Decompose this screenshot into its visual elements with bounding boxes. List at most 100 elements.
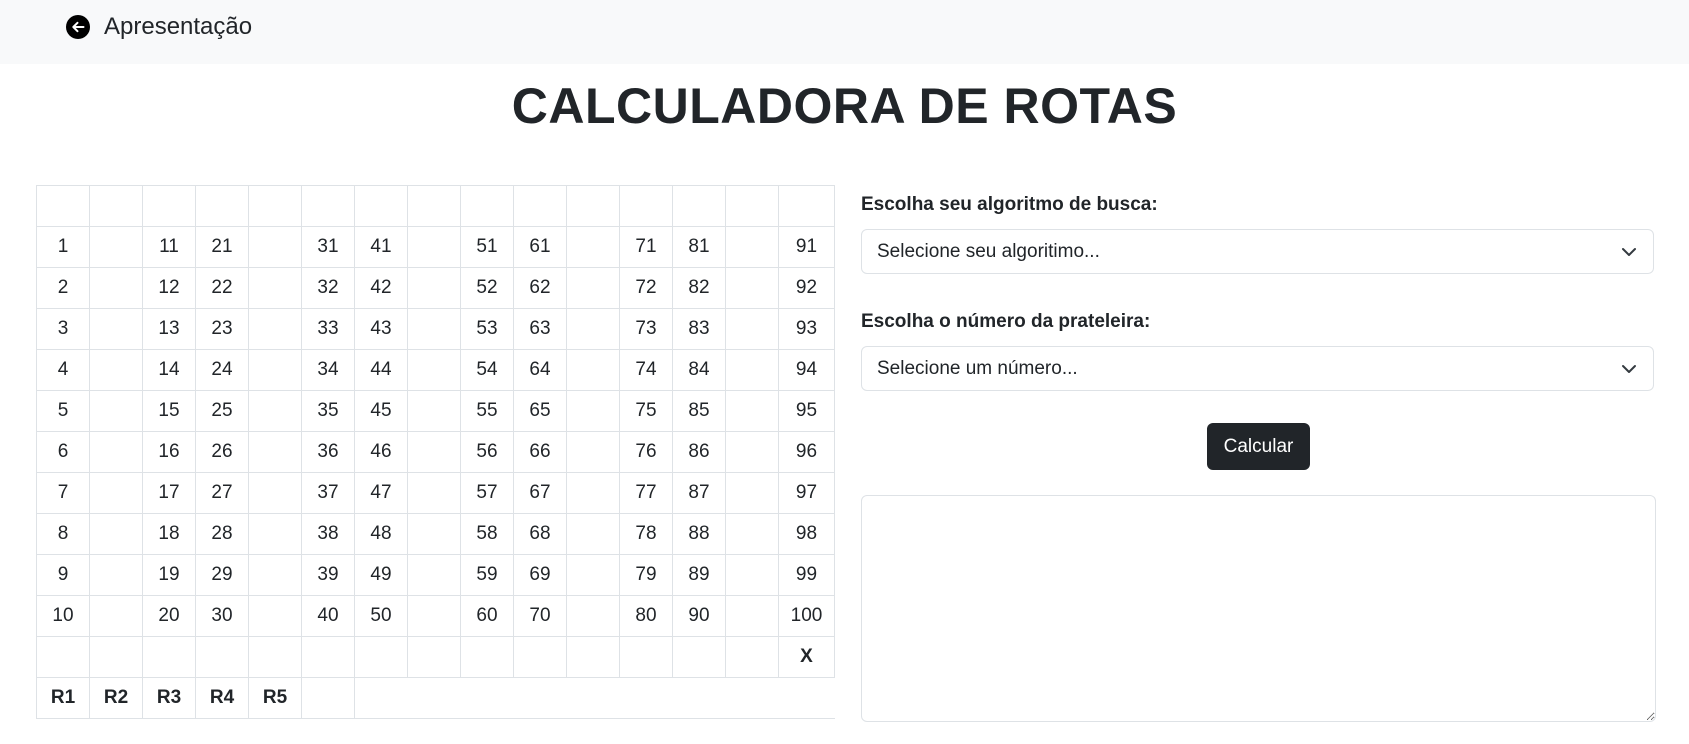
grid-cell (672, 185, 726, 227)
grid-cell (89, 226, 143, 268)
grid-cell: 9 (36, 554, 90, 596)
grid-cell: 69 (513, 554, 567, 596)
grid-cell: 5 (36, 390, 90, 432)
grid-cell: 73 (619, 308, 673, 350)
grid-cell (566, 267, 620, 309)
grid-cell: 75 (619, 390, 673, 432)
grid-cell: 1 (36, 226, 90, 268)
grid-cell: 3 (36, 308, 90, 350)
grid-cell (354, 185, 408, 227)
page-title: CALCULADORA DE ROTAS (511, 78, 1178, 134)
grid-cell (407, 226, 461, 268)
grid-cell (248, 595, 302, 637)
grid-cell: 81 (672, 226, 726, 268)
route-cell: R4 (195, 677, 249, 719)
grid-cell (407, 595, 461, 637)
top-navbar: Apresentação (0, 0, 1689, 64)
grid-cell: 29 (195, 554, 249, 596)
grid-cell (566, 636, 620, 678)
grid-cell (725, 185, 779, 227)
algorithm-select[interactable]: Selecione seu algoritimo... (861, 229, 1654, 274)
grid-cell (725, 595, 779, 637)
grid-cell: 33 (301, 308, 355, 350)
grid-cell (725, 554, 779, 596)
grid-cell: 91 (778, 226, 835, 268)
shelf-grid-table: 1 11 21 31 41 51 61 71 81 91 2 12 22 32 42 52 62 72 82 92 3 1… (36, 185, 835, 719)
grid-row: 6 16 26 36 46 56 66 76 86 96 (36, 431, 835, 473)
grid-cell (566, 185, 620, 227)
chevron-down-icon (1622, 365, 1636, 373)
grid-cell: 83 (672, 308, 726, 350)
grid-cell (407, 472, 461, 514)
shelf-select-value: Selecione um número... (877, 357, 1078, 379)
grid-cell (566, 390, 620, 432)
grid-cell (89, 595, 143, 637)
grid-cell: 46 (354, 431, 408, 473)
grid-cell (248, 349, 302, 391)
grid-cell: 74 (619, 349, 673, 391)
grid-cell (248, 554, 302, 596)
grid-cell (195, 636, 249, 678)
grid-cell (725, 349, 779, 391)
grid-cell: 26 (195, 431, 249, 473)
grid-cell (301, 677, 355, 719)
grid-cell: 47 (354, 472, 408, 514)
back-link-label: Apresentação (104, 13, 253, 40)
shelf-number-select[interactable]: Selecione um número... (861, 346, 1654, 391)
algorithm-select-value: Selecione seu algoritimo... (877, 240, 1100, 262)
grid-cell: 51 (460, 226, 514, 268)
grid-cell: 18 (142, 513, 196, 555)
grid-cell: 53 (460, 308, 514, 350)
grid-cell (248, 267, 302, 309)
grid-cell: 28 (195, 513, 249, 555)
result-textarea[interactable] (861, 495, 1656, 722)
grid-cell (566, 226, 620, 268)
grid-cell (566, 349, 620, 391)
grid-cell (407, 554, 461, 596)
grid-cell: 54 (460, 349, 514, 391)
grid-cell: 71 (619, 226, 673, 268)
grid-cell (248, 226, 302, 268)
algorithm-label: Escolha seu algoritmo de busca: (861, 194, 1158, 215)
grid-cell: 11 (142, 226, 196, 268)
grid-cell (460, 185, 514, 227)
grid-cell (725, 636, 779, 678)
grid-row: 9 19 29 39 49 59 69 79 89 99 (36, 554, 835, 596)
grid-cell: 35 (301, 390, 355, 432)
grid-cell: 96 (778, 431, 835, 473)
grid-cell: 44 (354, 349, 408, 391)
grid-cell (407, 513, 461, 555)
grid-cell: 10 (36, 595, 90, 637)
grid-row: 7 17 27 37 47 57 67 77 87 97 (36, 472, 835, 514)
grid-cell: 87 (672, 472, 726, 514)
grid-cell: 2 (36, 267, 90, 309)
grid-cell (407, 308, 461, 350)
back-to-presentation-link[interactable]: Apresentação (66, 12, 252, 42)
grid-cell: 42 (354, 267, 408, 309)
grid-cell: 50 (354, 595, 408, 637)
route-cell: R5 (248, 677, 302, 719)
grid-cell (513, 636, 567, 678)
grid-cell: 65 (513, 390, 567, 432)
grid-cell: 16 (142, 431, 196, 473)
grid-cell: 34 (301, 349, 355, 391)
grid-row: X (36, 636, 835, 678)
grid-cell: 14 (142, 349, 196, 391)
grid-cell (725, 513, 779, 555)
grid-cell: 58 (460, 513, 514, 555)
calculate-button[interactable]: Calcular (1207, 423, 1310, 470)
grid-cell (725, 267, 779, 309)
grid-cell (248, 513, 302, 555)
grid-cell: 95 (778, 390, 835, 432)
grid-cell (89, 390, 143, 432)
arrow-left-circle-icon (66, 15, 90, 39)
grid-cell: 66 (513, 431, 567, 473)
grid-cell (89, 349, 143, 391)
grid-cell (301, 185, 355, 227)
grid-cell: 55 (460, 390, 514, 432)
grid-cell: 63 (513, 308, 567, 350)
grid-cell (248, 390, 302, 432)
grid-row: 10 20 30 40 50 60 70 80 90 100 (36, 595, 835, 637)
grid-cell (725, 431, 779, 473)
grid-cell: 30 (195, 595, 249, 637)
